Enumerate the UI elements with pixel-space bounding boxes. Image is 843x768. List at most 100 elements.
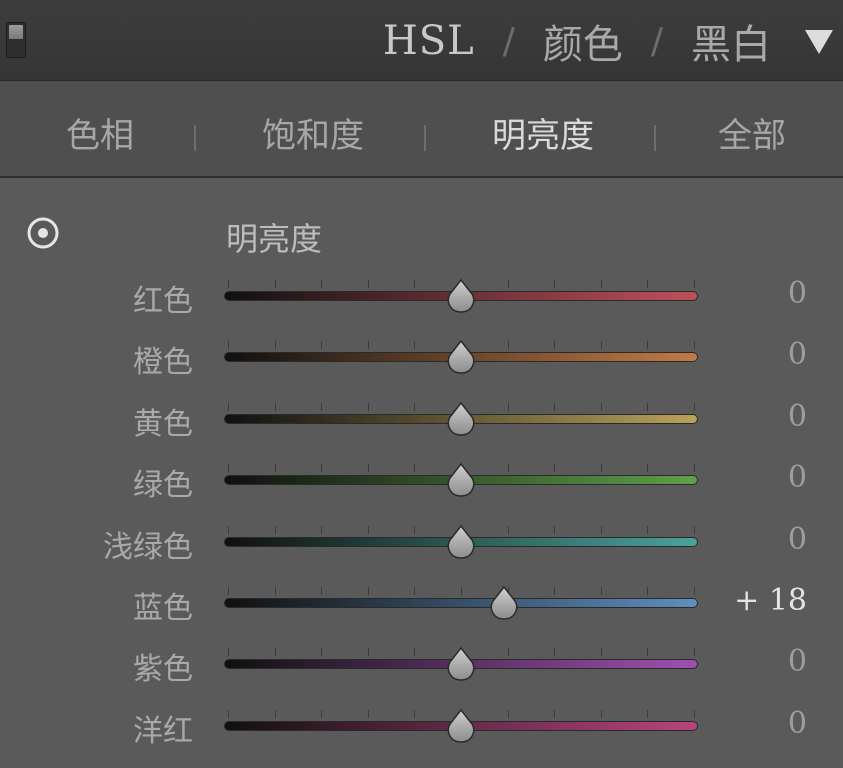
slider-value-red[interactable]: 0: [687, 276, 807, 311]
slider-thumb-orange[interactable]: [446, 339, 476, 375]
slider-tick: [554, 402, 556, 411]
slider-tick: [367, 709, 369, 718]
slider-thumb-yellow[interactable]: [446, 401, 476, 437]
slider-value-orange[interactable]: 0: [687, 337, 807, 372]
header-tab-hsl[interactable]: HSL: [383, 18, 475, 64]
slider-tick: [228, 587, 229, 595]
slider-tick: [600, 464, 602, 473]
slider-tick: [274, 341, 276, 350]
slider-tick: [600, 402, 602, 411]
slider-tick: [647, 402, 649, 411]
slider-thumb-aqua[interactable]: [446, 524, 476, 560]
slider-tick: [507, 341, 509, 350]
slider-tick: [600, 587, 602, 595]
slider-thumb-magenta[interactable]: [446, 708, 476, 744]
subtab-saturation[interactable]: 饱和度: [218, 81, 408, 177]
slider-tick: [414, 525, 416, 534]
slider-tick: [414, 280, 416, 288]
header-tab-bw[interactable]: 黑白: [691, 12, 771, 70]
slider-tick: [600, 525, 602, 534]
slider-label-green: 绿色: [133, 468, 193, 504]
slider-tick: [647, 709, 649, 718]
slider-value-green[interactable]: 0: [687, 460, 807, 495]
slider-tick: [600, 648, 602, 657]
slider-tick: [274, 464, 276, 473]
slider-thumb-blue[interactable]: [489, 585, 519, 621]
slider-tick: [274, 709, 276, 718]
slider-tick: [228, 525, 229, 534]
subtab-hue[interactable]: 色相: [10, 81, 190, 177]
slider-tick: [228, 280, 229, 288]
slider-tick: [228, 402, 229, 411]
slider-value-yellow[interactable]: 0: [687, 399, 807, 434]
header-separator: /: [650, 20, 663, 62]
target-adjust-icon[interactable]: [26, 216, 60, 250]
slider-label-yellow: 黄色: [133, 406, 193, 442]
slider-tick: [554, 280, 556, 288]
slider-tick: [228, 709, 229, 718]
slider-tick: [507, 648, 509, 657]
slider-tick: [414, 587, 416, 595]
slider-tick: [274, 525, 276, 534]
slider-tick: [414, 464, 416, 473]
slider-tick: [321, 648, 323, 657]
slider-tick: [554, 587, 556, 595]
slider-label-blue: 蓝色: [133, 591, 193, 626]
slider-tick: [507, 709, 509, 718]
slider-tick: [367, 587, 369, 595]
subtab-divider: [194, 125, 196, 151]
slider-value-purple[interactable]: 0: [687, 644, 807, 679]
slider-tick: [414, 648, 416, 657]
slider-thumb-green[interactable]: [446, 462, 476, 498]
slider-tick: [647, 525, 649, 534]
header-tabs: HSL / 颜色 / 黑白: [383, 14, 771, 68]
slider-value-blue[interactable]: + 18: [687, 583, 807, 618]
panel-toggle-switch[interactable]: [6, 22, 26, 58]
slider-tick: [367, 648, 369, 657]
subtab-divider: [424, 125, 426, 151]
slider-tick: [321, 464, 323, 473]
slider-tick: [647, 341, 649, 350]
slider-track-blue[interactable]: [224, 598, 698, 608]
slider-tick: [367, 525, 369, 534]
header-tab-color[interactable]: 颜色: [543, 12, 623, 70]
subtab-luminance[interactable]: 明亮度: [448, 81, 638, 177]
slider-tick: [461, 587, 462, 595]
slider-tick: [507, 402, 509, 411]
header-separator: /: [502, 20, 515, 62]
subtab-bar: 色相 饱和度 明亮度 全部: [0, 80, 843, 178]
slider-tick: [647, 587, 649, 595]
subtab-all[interactable]: 全部: [672, 81, 832, 177]
slider-tick: [321, 587, 323, 595]
triangle-down-icon[interactable]: [805, 30, 833, 54]
slider-label-aqua: 浅绿色: [103, 529, 193, 565]
slider-tick: [321, 709, 323, 718]
slider-tick: [367, 341, 369, 350]
slider-tick: [367, 280, 369, 288]
slider-tick: [367, 402, 369, 411]
slider-tick: [600, 280, 602, 288]
slider-tick: [554, 709, 556, 718]
slider-tick: [554, 464, 556, 473]
slider-tick: [321, 402, 323, 411]
slider-tick: [228, 341, 229, 350]
slider-tick: [554, 648, 556, 657]
slider-tick: [647, 464, 649, 473]
slider-label-red: 红色: [133, 284, 193, 319]
subtab-divider: [654, 125, 656, 151]
slider-tick: [554, 525, 556, 534]
slider-tick: [414, 709, 416, 718]
slider-tick: [321, 525, 323, 534]
panel-header[interactable]: HSL / 颜色 / 黑白: [0, 0, 843, 80]
slider-tick: [274, 648, 276, 657]
slider-thumb-purple[interactable]: [446, 646, 476, 682]
section-title: 明亮度: [226, 220, 323, 258]
slider-tick: [600, 341, 602, 350]
slider-value-magenta[interactable]: 0: [687, 706, 807, 741]
slider-tick: [647, 280, 649, 288]
slider-tick: [321, 280, 323, 288]
slider-thumb-red[interactable]: [446, 278, 476, 314]
slider-value-aqua[interactable]: 0: [687, 522, 807, 557]
hsl-panel: HSL / 颜色 / 黑白 色相 饱和度 明亮度 全部 明亮度 红色 0 橙色 0 黄色…: [0, 0, 843, 768]
slider-tick: [274, 402, 276, 411]
